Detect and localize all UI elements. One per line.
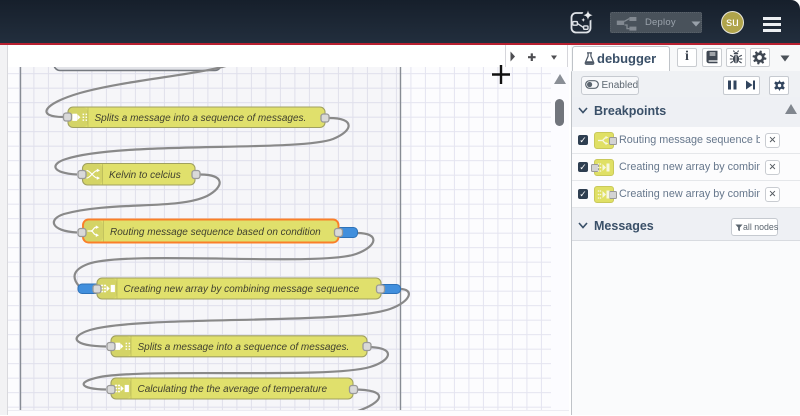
svg-text:Creating new array by combinin: Creating new array by combining message … <box>124 284 360 295</box>
svg-text:Calculating the the average of: Calculating the the average of temperatu… <box>138 384 328 395</box>
svg-text:Splits a message into a sequen: Splits a message into a sequence of mess… <box>95 113 307 124</box>
svg-text:Splits a message into a sequen: Splits a message into a sequence of mess… <box>138 342 350 353</box>
svg-text:Routing message sequence based: Routing message sequence based on condit… <box>110 227 321 238</box>
svg-text:Kelvin to celcius: Kelvin to celcius <box>109 170 181 181</box>
